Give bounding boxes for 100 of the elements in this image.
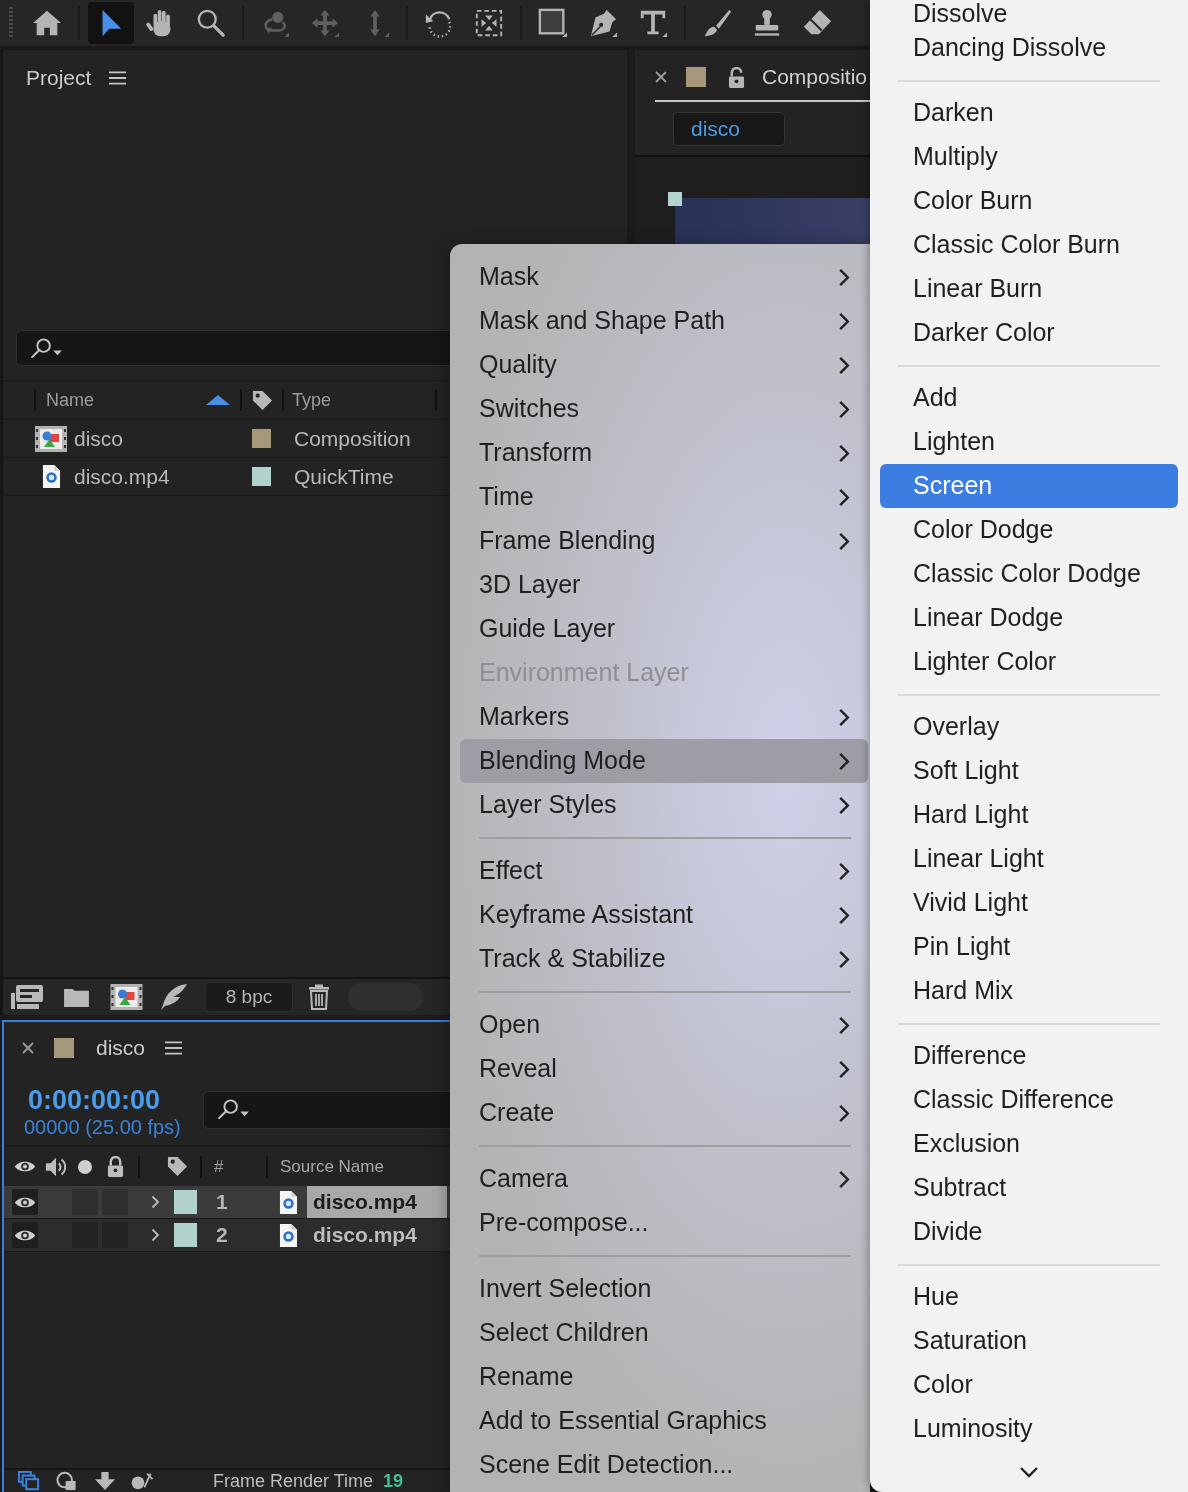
- footage-card-icon[interactable]: [10, 984, 44, 1010]
- scroll-down-chevron-icon[interactable]: [1019, 1465, 1039, 1478]
- menu-item[interactable]: Classic Color Dodge: [880, 552, 1178, 596]
- dot-wand-icon[interactable]: [130, 1471, 155, 1491]
- trash-icon[interactable]: [308, 984, 330, 1010]
- menu-item[interactable]: Quality: [460, 343, 868, 387]
- menu-item[interactable]: Hard Light: [880, 793, 1178, 837]
- menu-item[interactable]: Classic Difference: [880, 1078, 1178, 1122]
- layer-name[interactable]: disco.mp4: [307, 1186, 447, 1218]
- visibility-toggle[interactable]: [12, 1189, 38, 1215]
- menu-item[interactable]: Reveal: [460, 1047, 868, 1091]
- sort-arrow-icon[interactable]: [206, 395, 230, 405]
- feather-icon[interactable]: [160, 983, 188, 1011]
- menu-item[interactable]: Markers: [460, 695, 868, 739]
- menu-item[interactable]: Create: [460, 1091, 868, 1135]
- layer-row[interactable]: 1 disco.mp4: [4, 1186, 450, 1219]
- menu-item[interactable]: Blending Mode: [460, 739, 868, 783]
- timecode[interactable]: 0:00:00:00: [28, 1084, 161, 1115]
- menu-item[interactable]: Effect: [460, 849, 868, 893]
- search-icon[interactable]: [217, 1098, 250, 1121]
- layer-handle[interactable]: [668, 192, 682, 206]
- menu-item[interactable]: Time: [460, 475, 868, 519]
- menu-item[interactable]: Multiply: [880, 135, 1178, 179]
- menu-item[interactable]: Invert Selection: [460, 1267, 868, 1311]
- search-icon[interactable]: [30, 336, 63, 360]
- down-arrow-icon[interactable]: [92, 1471, 118, 1491]
- menu-item[interactable]: Exclusion: [880, 1122, 1178, 1166]
- menu-item[interactable]: Guide Layer: [460, 607, 868, 651]
- menu-item[interactable]: Divide: [880, 1210, 1178, 1254]
- column-header[interactable]: #: [214, 1153, 224, 1180]
- menu-item[interactable]: Switches: [460, 387, 868, 431]
- circle-square-icon[interactable]: [55, 1471, 78, 1491]
- new-composition-icon[interactable]: [110, 984, 143, 1010]
- menu-item[interactable]: Lighter Color: [880, 640, 1178, 684]
- menu-item[interactable]: Frame Blending: [460, 519, 868, 563]
- selection-tool[interactable]: [88, 2, 134, 44]
- menu-item[interactable]: Scene Edit Detection...: [460, 1443, 868, 1487]
- menu-item[interactable]: Lighten: [880, 420, 1178, 464]
- menu-item[interactable]: Pin Light: [880, 925, 1178, 969]
- item-name[interactable]: disco: [74, 422, 124, 455]
- menu-item[interactable]: Mask and Shape Path: [460, 299, 868, 343]
- layer-row[interactable]: 2 disco.mp4: [4, 1219, 450, 1252]
- label-color-swatch[interactable]: [251, 467, 271, 486]
- menu-item[interactable]: Camera: [460, 1157, 868, 1201]
- menu-item[interactable]: Color Dodge: [880, 508, 1178, 552]
- label-color-swatch[interactable]: [174, 1190, 197, 1214]
- label-color-swatch[interactable]: [174, 1223, 197, 1247]
- menu-item[interactable]: Dissolve: [880, 0, 1178, 26]
- menu-item[interactable]: Rename: [460, 1355, 868, 1399]
- menu-item[interactable]: Color Burn: [880, 179, 1178, 223]
- menu-item[interactable]: Color: [880, 1363, 1178, 1407]
- menu-item[interactable]: Luminosity: [880, 1407, 1178, 1451]
- menu-item[interactable]: Transform: [460, 431, 868, 475]
- menu-item[interactable]: 3D Layer: [460, 563, 868, 607]
- menu-item[interactable]: Saturation: [880, 1319, 1178, 1363]
- menu-item[interactable]: Open: [460, 1003, 868, 1047]
- menu-item[interactable]: Linear Burn: [880, 267, 1178, 311]
- menu-item[interactable]: Hard Mix: [880, 969, 1178, 1013]
- expand-chevron-icon[interactable]: [151, 1195, 160, 1209]
- menu-item[interactable]: Subtract: [880, 1166, 1178, 1210]
- unlocked-padlock-icon[interactable]: [728, 66, 745, 88]
- menu-item[interactable]: Classic Color Burn: [880, 223, 1178, 267]
- visibility-toggle[interactable]: [12, 1222, 38, 1248]
- grip-handle[interactable]: [8, 7, 14, 39]
- menu-item[interactable]: Difference: [880, 1034, 1178, 1078]
- item-name[interactable]: disco.mp4: [74, 460, 170, 493]
- menu-item[interactable]: Linear Light: [880, 837, 1178, 881]
- menu-item[interactable]: Add: [880, 376, 1178, 420]
- close-icon[interactable]: [655, 71, 667, 83]
- menu-item[interactable]: Layer Styles: [460, 783, 868, 827]
- menu-icon[interactable]: [165, 1041, 183, 1055]
- menu-item[interactable]: Overlay: [880, 705, 1178, 749]
- menu-item[interactable]: Dancing Dissolve: [880, 26, 1178, 70]
- menu-item[interactable]: Select Children: [460, 1311, 868, 1355]
- close-icon[interactable]: [22, 1042, 34, 1054]
- menu-item[interactable]: Keyframe Assistant: [460, 893, 868, 937]
- stacked-squares-icon[interactable]: [18, 1471, 40, 1491]
- menu-item[interactable]: Linear Dodge: [880, 596, 1178, 640]
- menu-item[interactable]: Darker Color: [880, 311, 1178, 355]
- menu-item[interactable]: Soft Light: [880, 749, 1178, 793]
- column-header[interactable]: Source Name: [280, 1156, 384, 1176]
- menu-icon[interactable]: [109, 71, 127, 85]
- expand-chevron-icon[interactable]: [151, 1228, 160, 1242]
- menu-item[interactable]: Screen: [880, 464, 1178, 508]
- folder-icon[interactable]: [63, 986, 90, 1008]
- menu-item[interactable]: Pre-compose...: [460, 1201, 868, 1245]
- menu-item[interactable]: Add to Essential Graphics: [460, 1399, 868, 1443]
- menu-item[interactable]: Track & Stabilize: [460, 937, 868, 981]
- menu-item[interactable]: Vivid Light: [880, 881, 1178, 925]
- column-header[interactable]: Name: [46, 386, 94, 414]
- menu-item[interactable]: Mask: [460, 255, 868, 299]
- layer-name[interactable]: disco.mp4: [307, 1219, 447, 1251]
- label-color-swatch[interactable]: [251, 429, 271, 448]
- menu-item[interactable]: Hue: [880, 1275, 1178, 1319]
- column-header[interactable]: Type: [292, 386, 332, 414]
- tab-title[interactable]: disco: [96, 1032, 146, 1064]
- breadcrumb-tab[interactable]: disco: [673, 111, 785, 146]
- composition-tab[interactable]: Compositio: [655, 54, 870, 102]
- bit-depth-button[interactable]: 8 bpc: [205, 982, 293, 1012]
- menu-item[interactable]: Darken: [880, 91, 1178, 135]
